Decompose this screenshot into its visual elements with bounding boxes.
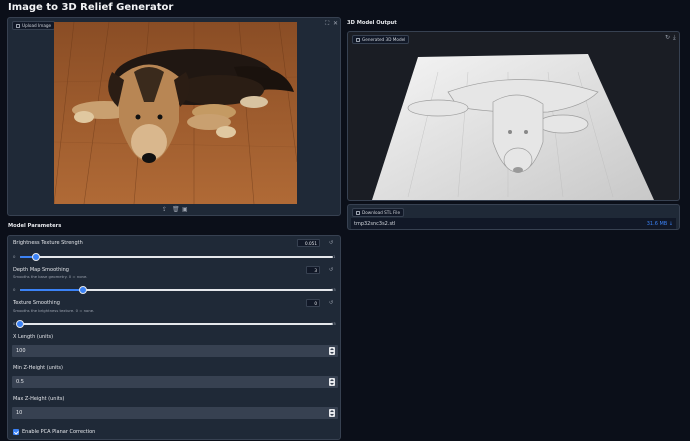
pca-label[interactable]: Enable PCA Planar Correction [22, 429, 95, 435]
texture-smoothing-description: Smooths the brightness texture. 0 = none… [13, 308, 95, 313]
output-heading: 3D Model Output [347, 20, 397, 26]
depth-smoothing-reset-icon[interactable]: ↺ [329, 267, 333, 273]
upload-image-panel[interactable]: Upload Image ⛶ ✕ ⇪ 🗑 ▣ [7, 17, 341, 216]
brightness-slider[interactable] [20, 253, 333, 261]
max-z-stepper[interactable] [329, 409, 335, 417]
x-length-stepper[interactable] [329, 347, 335, 355]
close-icon[interactable]: ✕ [333, 21, 338, 27]
x-length-input[interactable]: 100 [12, 345, 338, 357]
file-name[interactable]: tmp32snc3s2.stl [354, 221, 395, 227]
min-z-input[interactable]: 0.5 [12, 376, 338, 388]
depth-smoothing-description: Smooths the base geometry. 0 = none. [13, 274, 88, 279]
relief-render[interactable] [348, 32, 681, 202]
image-icon [16, 23, 20, 28]
min-z-label: Min Z-Height (units) [13, 365, 63, 371]
download-panel: Download STL File tmp32snc3s2.stl 31.6 M… [347, 204, 680, 230]
max-z-input[interactable]: 10 [12, 407, 338, 419]
max-z-label: Max Z-Height (units) [13, 396, 65, 402]
uploaded-dog-photo [54, 22, 297, 204]
upload-image-label: Upload Image [12, 21, 56, 30]
texture-smoothing-label: Texture Smoothing [13, 300, 60, 306]
brightness-max-label: 1 [333, 254, 336, 259]
brightness-min-label: 0 [13, 254, 16, 259]
x-length-label: X Length (units) [13, 334, 54, 340]
depth-smoothing-min-label: 0 [13, 287, 16, 292]
download-file-row[interactable]: tmp32snc3s2.stl 31.6 MB ↓ [351, 218, 676, 229]
depth-smoothing-max-label: 15 [331, 287, 336, 292]
file-icon [356, 210, 360, 215]
trash-icon[interactable]: 🗑 [172, 207, 180, 213]
texture-smoothing-slider[interactable] [16, 320, 333, 328]
upload-icon[interactable]: ⇪ [162, 207, 167, 213]
clipboard-icon[interactable]: ▣ [182, 207, 188, 213]
depth-smoothing-label: Depth Map Smoothing [13, 267, 69, 273]
brightness-reset-icon[interactable]: ↺ [329, 240, 333, 246]
file-size-link[interactable]: 31.6 MB ↓ [647, 221, 673, 227]
brightness-number-input[interactable]: 0.051 [297, 239, 320, 247]
brightness-label: Brightness Texture Strength [13, 240, 83, 246]
params-panel: Brightness Texture Strength 0.051 ↺ 0 1 … [7, 235, 341, 440]
download-label: Download STL File [352, 208, 405, 217]
texture-smoothing-number-input[interactable]: 0 [306, 299, 320, 307]
texture-smoothing-reset-icon[interactable]: ↺ [329, 300, 333, 306]
pca-checkbox[interactable] [13, 429, 19, 435]
depth-smoothing-number-input[interactable]: 3 [306, 266, 320, 274]
depth-smoothing-slider[interactable] [20, 286, 333, 294]
model-viewer-panel[interactable]: Generated 3D Model ↻ ⤓ [347, 31, 680, 201]
params-heading: Model Parameters [8, 223, 62, 229]
fullscreen-icon[interactable]: ⛶ [325, 21, 329, 27]
page-title: Image to 3D Relief Generator [8, 2, 174, 13]
texture-smoothing-max-label: 15 [331, 321, 336, 326]
min-z-stepper[interactable] [329, 378, 335, 386]
